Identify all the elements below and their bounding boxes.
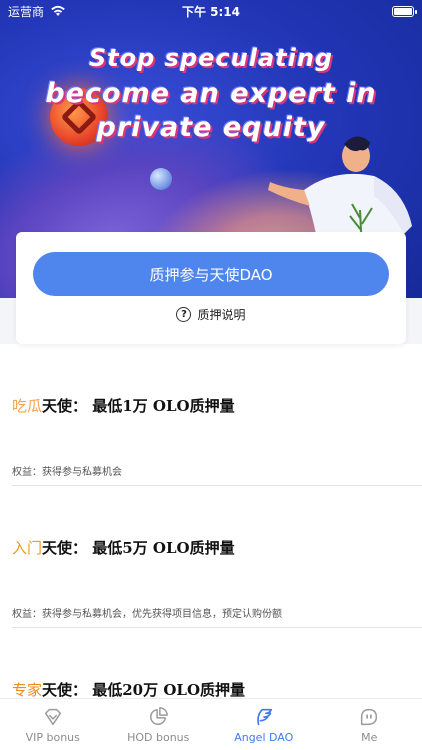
tab-me[interactable]: Me — [317, 699, 422, 750]
tier-requirement: 天使： 最低1万 OLO质押量 — [42, 397, 235, 415]
pie-chart-icon — [150, 706, 169, 725]
tier-title: 专家天使： 最低20万 OLO质押量 — [12, 679, 245, 700]
divider — [12, 485, 422, 486]
tab-label: HOD bonus — [127, 730, 190, 744]
bottom-tab-bar: VIP bonus HOD bonus Angel DAO Me — [0, 698, 422, 750]
face-icon — [361, 708, 378, 725]
tab-vip-bonus[interactable]: VIP bonus — [0, 699, 106, 750]
planet-icon — [150, 168, 172, 190]
wifi-icon — [51, 5, 65, 16]
tier-title: 吃瓜天使： 最低1万 OLO质押量 — [12, 395, 235, 416]
tab-angel-dao[interactable]: Angel DAO — [211, 699, 317, 750]
stake-instructions-link[interactable]: ? 质押说明 — [16, 306, 406, 323]
tier-benefit: 权益：获得参与私募机会，优先获得项目信息，预定认购份额 — [12, 609, 282, 620]
clock: 下午 5:14 — [181, 4, 241, 19]
tier-title: 入门天使： 最低5万 OLO质押量 — [12, 537, 235, 558]
carrier-label: 运营商 — [8, 4, 45, 19]
diamond-icon — [44, 708, 61, 725]
tier-requirement: 天使： 最低5万 OLO质押量 — [42, 539, 235, 557]
banner-headline-line1: Stop speculating — [88, 44, 334, 72]
status-bar: 运营商 下午 5:14 — [0, 0, 422, 22]
battery-icon — [392, 5, 417, 17]
tier-tag: 入门 — [12, 539, 43, 557]
tab-label: Me — [361, 730, 378, 744]
banner-headline-line3: private equity — [96, 112, 326, 143]
tab-label: Angel DAO — [234, 730, 294, 744]
tier-benefit: 权益：获得参与私募机会 — [12, 467, 122, 478]
banner-headline-line2: become an expert in — [45, 78, 377, 109]
stake-join-button[interactable]: 质押参与天使DAO — [33, 252, 389, 296]
stake-instructions-label: 质押说明 — [197, 308, 246, 322]
question-icon: ? — [176, 307, 192, 322]
tab-label: VIP bonus — [25, 730, 80, 744]
divider — [12, 627, 422, 628]
tier-tag: 吃瓜 — [12, 397, 43, 415]
tier-tag: 专家 — [12, 681, 43, 699]
stake-card: 质押参与天使DAO ? 质押说明 — [16, 232, 406, 344]
tab-hod-bonus[interactable]: HOD bonus — [106, 699, 212, 750]
angel-wings-icon — [256, 708, 272, 725]
tier-requirement: 天使： 最低20万 OLO质押量 — [42, 681, 246, 699]
